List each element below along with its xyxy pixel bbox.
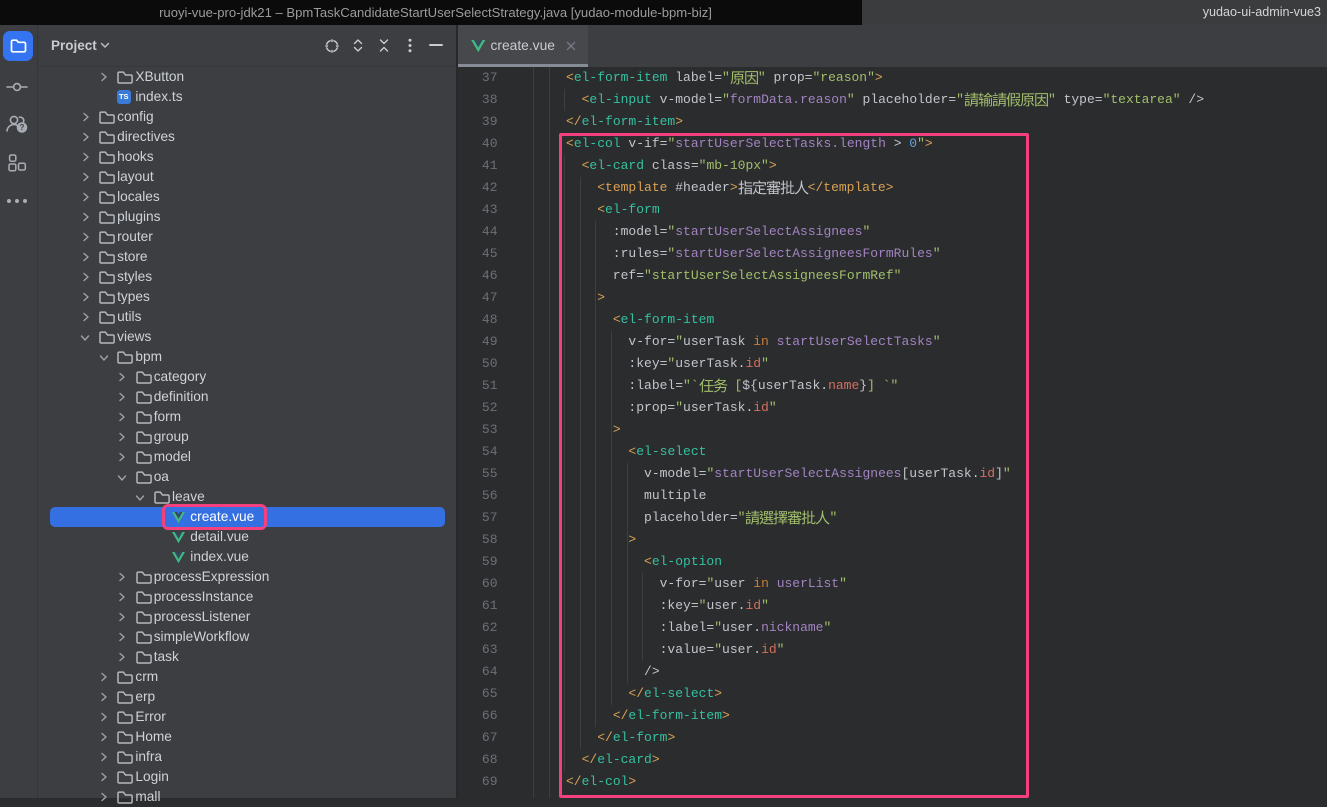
svg-text:?: ? bbox=[20, 123, 25, 132]
